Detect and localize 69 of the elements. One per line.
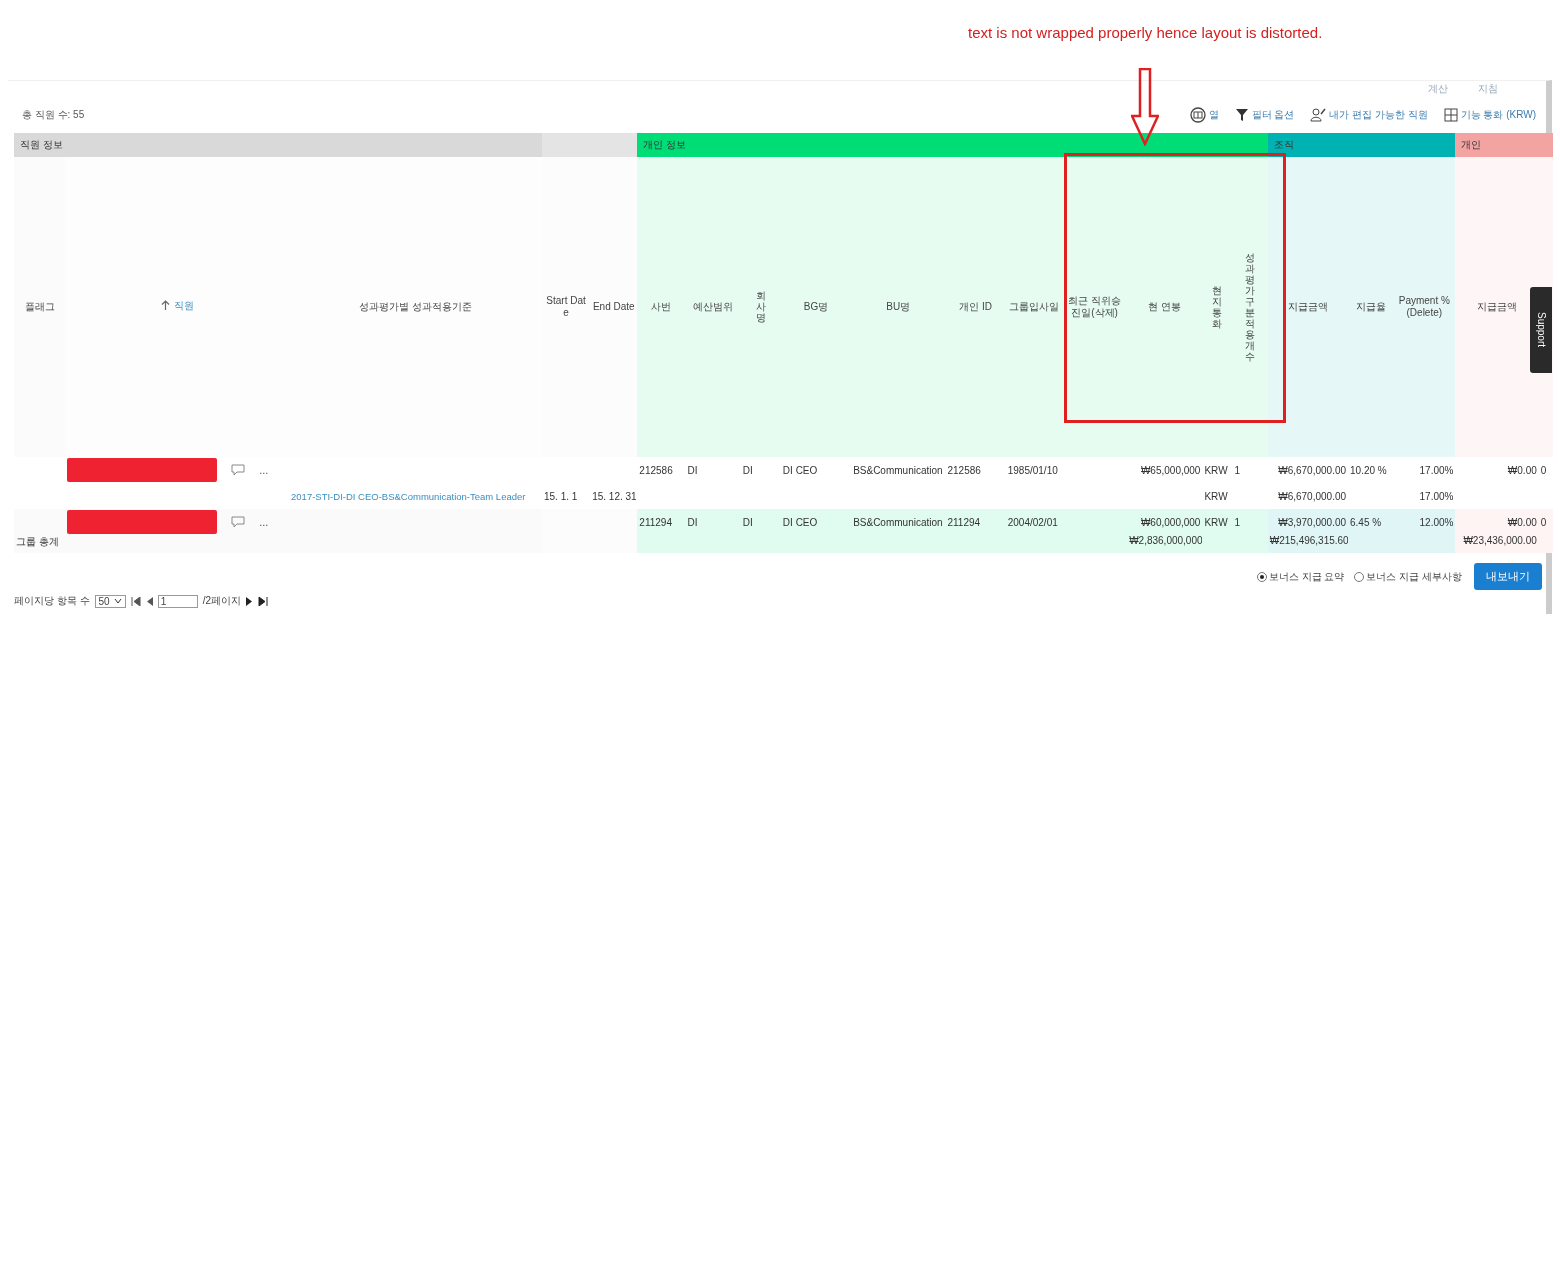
radio-button[interactable]	[1354, 571, 1365, 582]
table-cell: 211294	[637, 509, 686, 535]
radio-label: 보너스 지급 세부사항	[1366, 569, 1462, 584]
table-cell: 1	[1232, 509, 1268, 535]
table-cell: ₩23,436,000.00	[1455, 535, 1539, 553]
export-button[interactable]: 내보내기	[1474, 563, 1542, 590]
last-page-icon[interactable]	[258, 596, 269, 606]
column-header: 플래그	[14, 157, 66, 457]
column-header: 예산범위	[685, 157, 741, 457]
table-cell: 그룹 총계	[14, 535, 66, 553]
previous-page-icon[interactable]	[145, 596, 153, 606]
table-cell: ₩60,000,000	[1127, 509, 1203, 535]
column-header: BU명	[851, 157, 946, 457]
table-cell: DI	[685, 509, 741, 535]
table-cell: ₩3,970,000.00	[1267, 509, 1349, 535]
column-header: Payment % (Delete)	[1393, 157, 1456, 457]
column-header: 사번	[637, 157, 686, 457]
column-header: 현 연봉	[1127, 157, 1203, 457]
top-link[interactable]: 계산	[1428, 82, 1448, 96]
column-header: 현지통화	[1202, 157, 1233, 457]
table-cell: BS&Communication	[851, 509, 946, 535]
column-header: 성과평가구분적용개수	[1232, 157, 1268, 457]
radio-label: 보너스 지급 요약	[1268, 569, 1345, 584]
annotation-text: text is not wrapped properly hence layout is distorted.	[968, 24, 1323, 41]
toolbar-button[interactable]: 내가 편집 가능한 직원	[1310, 107, 1428, 123]
radio-button[interactable]	[1256, 571, 1267, 582]
page-size-select[interactable]: 50	[94, 594, 126, 608]
table-cell: 12.00%	[1393, 509, 1456, 535]
table-cell: 6.45 %	[1348, 509, 1394, 535]
columns-icon	[1189, 107, 1206, 123]
column-header: 지급금액	[1267, 157, 1349, 457]
column-header: 그룹입사일	[1005, 157, 1062, 457]
employee-count: 총 직원 수: 55	[22, 108, 85, 122]
page-number-field[interactable]: 1	[157, 594, 198, 608]
table-cell: DI	[740, 509, 781, 535]
column-header: End Date	[590, 157, 638, 457]
more-actions[interactable]: ...	[259, 464, 269, 476]
sort-arrow-icon	[160, 300, 170, 312]
column-group-header: 조직	[1267, 133, 1456, 157]
table-cell: ₩0.00	[1455, 509, 1539, 535]
page-size-label: 페이지당 항목 수	[14, 594, 90, 608]
toolbar-button[interactable]: 기능 통화 (KRW)	[1443, 107, 1536, 123]
column-group-header: 개인	[1455, 133, 1553, 157]
grid-icon	[1443, 108, 1458, 122]
next-page-icon[interactable]	[246, 596, 254, 606]
chevron-down-icon	[113, 598, 122, 604]
table-cell: DI CEO	[780, 509, 852, 535]
table-cell: ₩2,836,000,000	[1127, 535, 1203, 553]
column-header: BG명	[780, 157, 852, 457]
column-group-header: 개인 정보	[637, 133, 1268, 157]
table-cell: ₩215,496,315.60	[1267, 535, 1349, 553]
more-actions[interactable]: ...	[259, 516, 269, 528]
sort-link[interactable]: 직원	[173, 299, 194, 312]
column-header: 개인 ID	[945, 157, 1006, 457]
table-cell: KRW	[1202, 509, 1233, 535]
toolbar-button[interactable]: 열	[1189, 107, 1219, 123]
column-header: 지급율	[1348, 157, 1394, 457]
criteria-link[interactable]: 2017-STI-DI-DI CEO-BS&Communication-Team Leader	[291, 490, 526, 502]
top-link[interactable]: 지침	[1478, 82, 1498, 96]
column-header: 회사명	[740, 157, 781, 457]
table-cell: 2004/02/01	[1005, 509, 1062, 535]
column-header: 최근 직위승진일(삭제)	[1061, 157, 1128, 457]
column-group-header: 직원 정보	[14, 133, 542, 157]
filter-icon	[1234, 108, 1249, 122]
toolbar-button[interactable]: 필터 옵션	[1234, 107, 1295, 123]
person-pencil-icon	[1310, 108, 1327, 122]
first-page-icon[interactable]	[130, 596, 141, 606]
table-cell: 211294	[945, 509, 1006, 535]
page-total: /2페이지	[202, 594, 242, 608]
